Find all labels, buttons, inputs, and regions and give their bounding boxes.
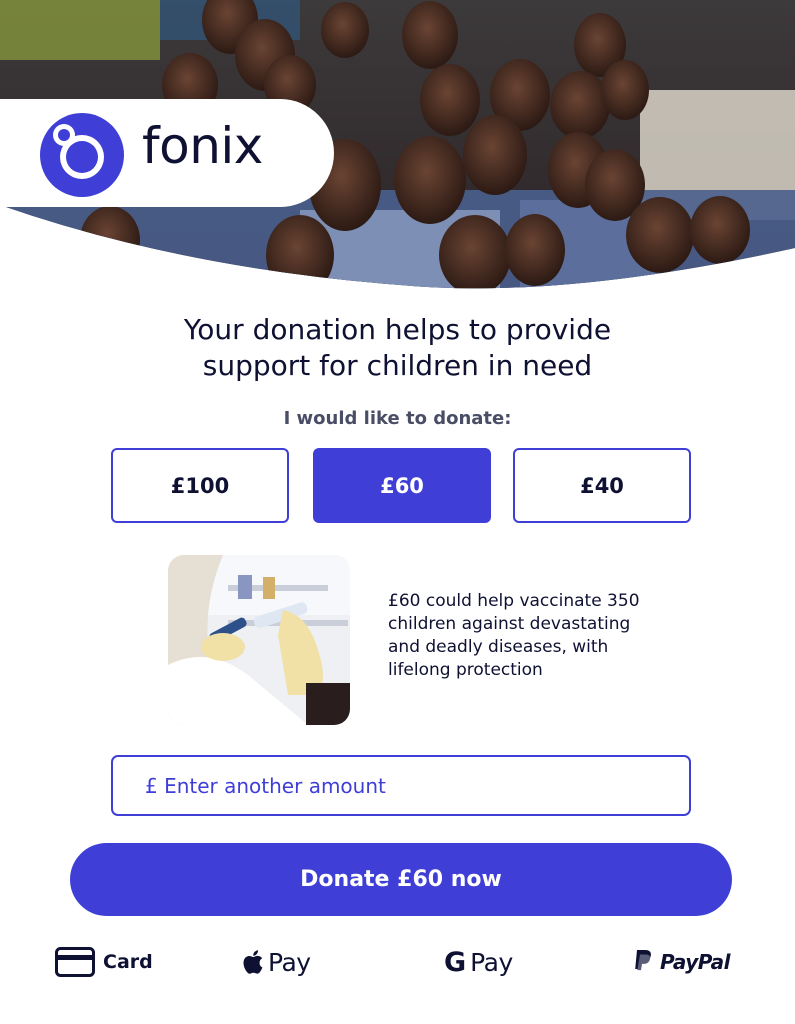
fonix-logo-icon (40, 113, 124, 197)
impact-line-4: lifelong protection (388, 660, 543, 680)
card-label: Card (103, 951, 153, 973)
logo-pill: fonix (0, 99, 334, 207)
pay-with-google-pay[interactable]: G Pay (444, 940, 513, 984)
donate-prompt: I would like to donate: (283, 408, 512, 429)
donate-button[interactable]: Donate £60 now (70, 843, 732, 916)
paypal-label: PayPal (660, 950, 731, 974)
page-title: Your donation helps to provide support f… (0, 312, 795, 384)
brand-name: fonix (142, 117, 263, 175)
google-icon: G (444, 946, 467, 978)
hero-photo: fonix (0, 0, 795, 300)
headline-line-1: Your donation helps to provide (183, 313, 612, 346)
impact-line-1: £60 could help vaccinate 350 (388, 591, 640, 611)
impact-line-3: and deadly diseases, with (388, 637, 609, 657)
paypal-icon (635, 950, 651, 971)
impact-line-2: children against devastating (388, 614, 631, 634)
headline-line-2: support for children in need (202, 349, 593, 382)
pay-with-paypal[interactable]: PayPal (632, 940, 731, 984)
custom-amount-input[interactable] (145, 773, 689, 798)
pay-with-card[interactable]: Card (55, 940, 153, 984)
impact-description: £60 could help vaccinate 350 children ag… (388, 590, 688, 682)
apple-pay-label: Pay (268, 947, 311, 977)
vaccine-photo (168, 555, 350, 725)
amount-100-button[interactable]: £100 (111, 448, 289, 523)
credit-card-icon (55, 947, 95, 977)
amount-60-button[interactable]: £60 (313, 448, 491, 523)
amount-40-button[interactable]: £40 (513, 448, 691, 523)
google-pay-label: Pay (470, 947, 513, 977)
pay-with-apple-pay[interactable]: Pay (242, 940, 311, 984)
custom-amount-field[interactable] (111, 755, 691, 816)
apple-icon (243, 950, 263, 974)
